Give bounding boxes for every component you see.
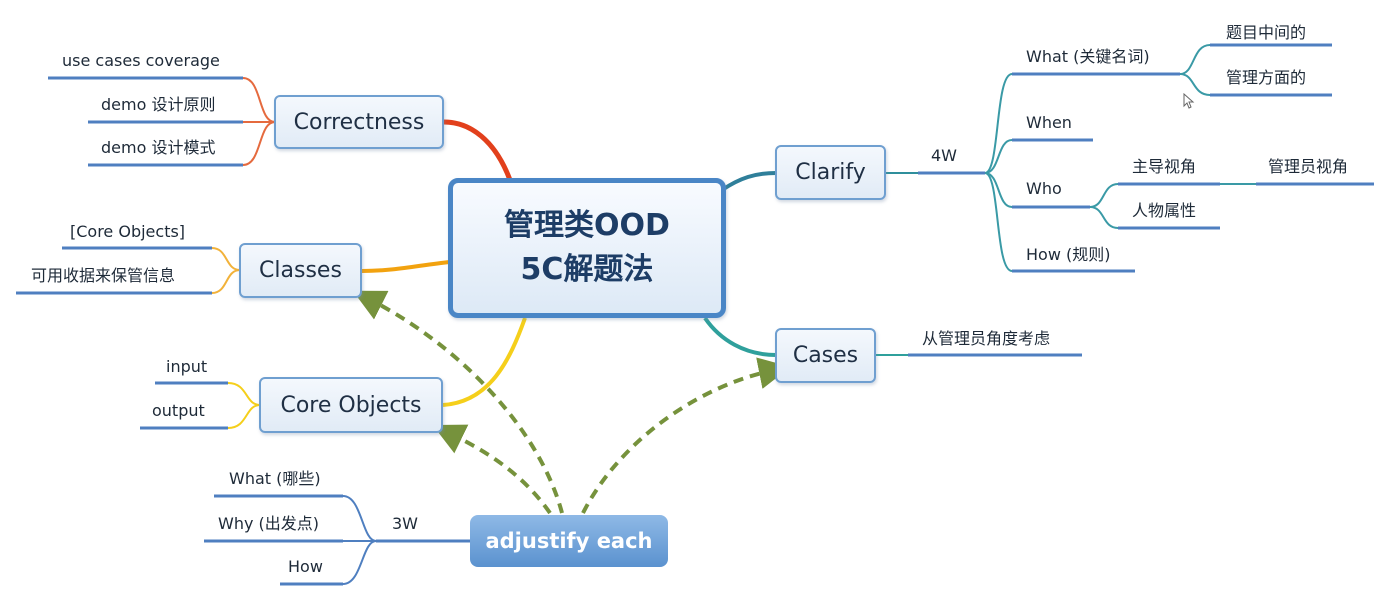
topic-cases-label: Cases xyxy=(792,343,859,368)
clarify-connector xyxy=(984,73,1013,272)
leaf-from-admin-angle[interactable]: 从管理员角度考虑 xyxy=(922,329,1050,349)
what-connector xyxy=(1179,44,1211,96)
root-title-line2: 5C解题法 xyxy=(520,252,654,287)
leaf-when[interactable]: When xyxy=(1026,113,1072,133)
leaf-use-cases-coverage[interactable]: use cases coverage xyxy=(62,51,220,71)
topic-clarify[interactable]: Clarify xyxy=(775,145,886,200)
topic-core-objects[interactable]: Core Objects xyxy=(259,377,443,433)
core-objects-connector xyxy=(227,382,261,429)
leaf-core-objects-ref[interactable]: [Core Objects] xyxy=(70,222,185,242)
leaf-admin-perspective[interactable]: 管理员视角 xyxy=(1268,157,1348,177)
branch-classes xyxy=(361,260,451,273)
leaf-management-aspect[interactable]: 管理方面的 xyxy=(1226,68,1306,88)
leaf-why-starting-point[interactable]: Why (出发点) xyxy=(218,514,319,534)
correctness-connector xyxy=(242,77,276,166)
adjust-branch-3w: 3W xyxy=(392,514,418,533)
topic-cases[interactable]: Cases xyxy=(775,328,876,383)
topic-core-objects-label: Core Objects xyxy=(280,392,422,418)
leaf-in-question[interactable]: 题目中间的 xyxy=(1226,23,1306,43)
leaf-demo-design-principles[interactable]: demo 设计原则 xyxy=(101,95,215,115)
leaf-receipt-info[interactable]: 可用收据来保管信息 xyxy=(31,266,175,286)
branch-cases xyxy=(703,316,777,357)
branch-clarify xyxy=(720,171,777,192)
mind-map-canvas: 管理类OOD 5C解题法 Correctness Classes Core Ob… xyxy=(0,0,1386,611)
leaf-what-keywords[interactable]: What (关键名词) xyxy=(1026,47,1150,67)
topic-adjustify-each-label: adjustify each xyxy=(485,529,653,553)
leaf-who[interactable]: Who xyxy=(1026,179,1062,199)
classes-connector xyxy=(211,247,241,294)
topic-adjustify-each[interactable]: adjustify each xyxy=(470,515,668,567)
topic-classes-label: Classes xyxy=(259,258,342,283)
adjust-connector xyxy=(342,495,377,585)
leaf-how[interactable]: How xyxy=(288,557,323,577)
dashed-arrow-to-cases xyxy=(581,357,791,514)
topic-correctness[interactable]: Correctness xyxy=(274,95,444,149)
topic-correctness-label: Correctness xyxy=(293,109,425,135)
leaf-lead-perspective[interactable]: 主导视角 xyxy=(1132,157,1196,177)
leaf-demo-design-patterns[interactable]: demo 设计模式 xyxy=(101,138,215,158)
leaf-what-which[interactable]: What (哪些) xyxy=(229,469,321,489)
clarify-branch-4w: 4W xyxy=(931,146,957,165)
leaf-input[interactable]: input xyxy=(166,357,207,377)
leaf-output[interactable]: output xyxy=(152,401,205,421)
who-connector xyxy=(1089,183,1119,229)
topic-clarify-label: Clarify xyxy=(795,160,866,185)
root-topic[interactable]: 管理类OOD 5C解题法 xyxy=(448,178,726,318)
branch-correctness xyxy=(443,119,513,181)
topic-classes[interactable]: Classes xyxy=(239,243,362,298)
branch-core-objects xyxy=(442,317,527,407)
root-title-line1: 管理类OOD xyxy=(504,208,670,243)
mouse-cursor-icon xyxy=(1183,93,1195,109)
leaf-person-attributes[interactable]: 人物属性 xyxy=(1132,201,1196,221)
leaf-how-rules[interactable]: How (规则) xyxy=(1026,245,1110,265)
dashed-arrow-to-core-objects xyxy=(432,424,552,515)
